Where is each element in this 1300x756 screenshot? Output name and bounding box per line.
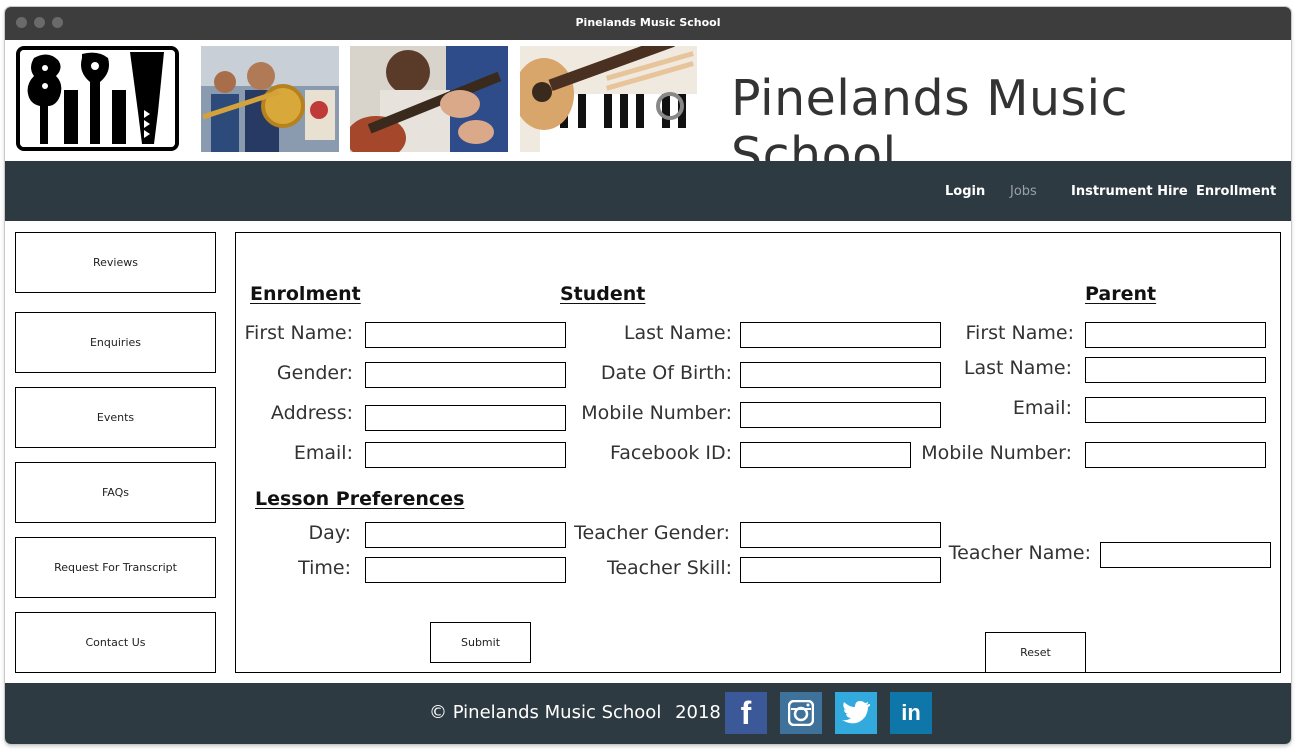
student-mobile-label: Mobile Number: [581,402,732,424]
student-first-name-input[interactable] [365,322,566,348]
main-nav: Login Jobs Instrument Hire Enrollment [5,161,1291,221]
parent-first-name-input[interactable] [1085,322,1266,348]
student-dob-input[interactable] [740,362,941,388]
sidebar-request-transcript-button[interactable]: Request For Transcript [15,537,216,598]
enrolment-heading: Enrolment [250,283,361,305]
reset-button[interactable]: Reset [985,632,1086,673]
copyright-text: © Pinelands Music School 2018 [429,702,721,723]
student-facebook-label: Facebook ID: [610,442,732,464]
teacher-name-label: Teacher Name: [948,542,1091,564]
teacher-skill-input[interactable] [740,557,941,583]
nav-login-link[interactable]: Login [945,184,985,199]
linkedin-icon[interactable]: in [890,692,932,734]
student-address-label: Address: [270,402,353,424]
parent-first-name-label: First Name: [965,322,1074,344]
lesson-time-label: Time: [298,557,351,579]
student-last-name-input[interactable] [740,322,941,348]
enrolment-form: Enrolment Student Parent First Name: Gen… [235,232,1281,673]
teacher-skill-label: Teacher Skill: [606,557,732,579]
student-gender-input[interactable] [365,362,566,388]
teacher-gender-label: Teacher Gender: [574,522,730,544]
teacher-name-input[interactable] [1100,542,1271,568]
photo-guitar-lesson [350,46,508,152]
student-gender-label: Gender: [276,362,353,384]
sidebar-events-button[interactable]: Events [15,387,216,448]
nav-jobs-link[interactable]: Jobs [1010,184,1037,199]
student-first-name-label: First Name: [244,322,353,344]
sidebar-reviews-button[interactable]: Reviews [15,232,216,293]
parent-email-label: Email: [1012,397,1072,419]
photo-ukulele-piano [520,46,697,152]
lesson-day-input[interactable] [365,522,566,548]
student-facebook-input[interactable] [740,442,911,468]
student-last-name-label: Last Name: [623,322,732,344]
parent-mobile-input[interactable] [1085,442,1266,468]
teacher-gender-input[interactable] [740,522,941,548]
photo-trombone-students [201,46,339,152]
parent-heading: Parent [1085,283,1157,305]
window-titlebar: Pinelands Music School [5,7,1291,40]
lesson-time-input[interactable] [365,557,566,583]
student-address-input[interactable] [365,405,566,431]
site-footer: © Pinelands Music School 2018 f in [5,683,1291,744]
submit-button[interactable]: Submit [430,622,531,663]
lesson-preferences-heading: Lesson Preferences [255,488,465,510]
site-header: Pinelands Music School [5,40,1291,184]
nav-enrollment-link[interactable]: Enrollment [1196,184,1276,199]
student-dob-label: Date Of Birth: [600,362,732,384]
sidebar-contact-us-button[interactable]: Contact Us [15,612,216,673]
window-title: Pinelands Music School [575,16,721,29]
lesson-day-label: Day: [308,522,351,544]
parent-mobile-label: Mobile Number: [921,442,1072,464]
sidebar-enquiries-button[interactable]: Enquiries [15,312,216,373]
parent-last-name-input[interactable] [1085,357,1266,383]
student-email-input[interactable] [365,442,566,468]
logo-graphic [20,50,175,147]
facebook-icon[interactable]: f [725,692,767,734]
nav-instrument-hire-link[interactable]: Instrument Hire [1071,184,1188,199]
app-window: Pinelands Music School Pinelands Music S… [5,7,1291,744]
student-email-label: Email: [293,442,353,464]
parent-email-input[interactable] [1085,397,1266,423]
copyright-year: 2018 [675,702,721,723]
parent-last-name-label: Last Name: [963,357,1072,379]
sidebar-faqs-button[interactable]: FAQs [15,462,216,523]
student-heading: Student [560,283,646,305]
student-mobile-input[interactable] [740,402,941,428]
instagram-icon[interactable] [780,692,822,734]
twitter-icon[interactable] [835,692,877,734]
school-logo[interactable] [16,46,179,151]
copyright-label: © Pinelands Music School [429,702,662,723]
